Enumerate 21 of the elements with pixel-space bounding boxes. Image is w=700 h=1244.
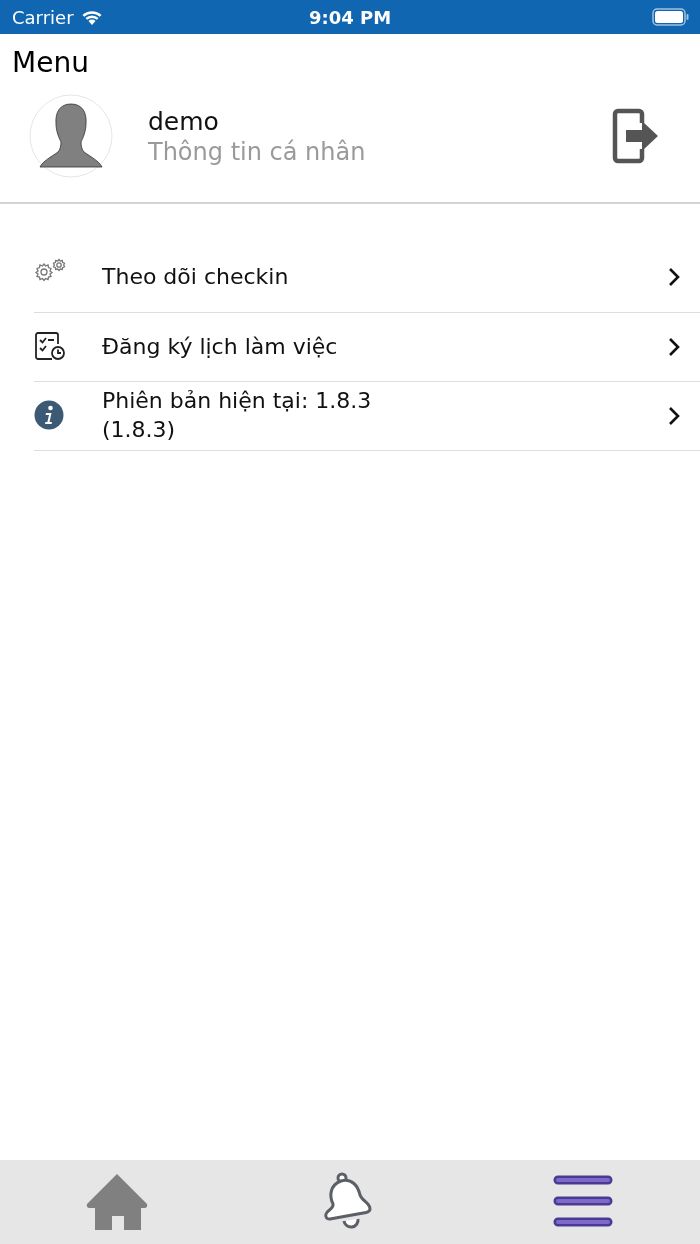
chevron-right-icon (668, 406, 680, 426)
chevron-right-icon (668, 267, 680, 287)
user-name: demo (148, 106, 220, 136)
battery-icon (652, 8, 690, 26)
gears-icon (34, 258, 68, 282)
menu-item-label: Đăng ký lịch làm việc (102, 332, 339, 361)
avatar-icon[interactable] (29, 94, 113, 178)
page-title: Menu (11, 45, 90, 81)
info-icon (34, 400, 64, 430)
checklist-clock-icon (34, 331, 66, 361)
menu-item-label: Phiên bản hiện tại: 1.8.3 (1.8.3) (102, 387, 373, 444)
menu-item-label: Theo dõi checkin (102, 262, 290, 291)
menu-item[interactable]: Phiên bản hiện tại: 1.8.3 (1.8.3) (34, 382, 700, 451)
carrier-label: Carrier (12, 6, 74, 28)
logout-button[interactable] (612, 108, 660, 164)
menu-item[interactable]: Theo dõi checkin (34, 242, 700, 313)
home-icon (84, 1173, 149, 1231)
menu-item[interactable]: Đăng ký lịch làm việc (34, 313, 700, 382)
menu-icon (553, 1175, 614, 1229)
clock-time: 9:04 PM (308, 6, 392, 28)
chevron-right-icon (668, 337, 680, 357)
